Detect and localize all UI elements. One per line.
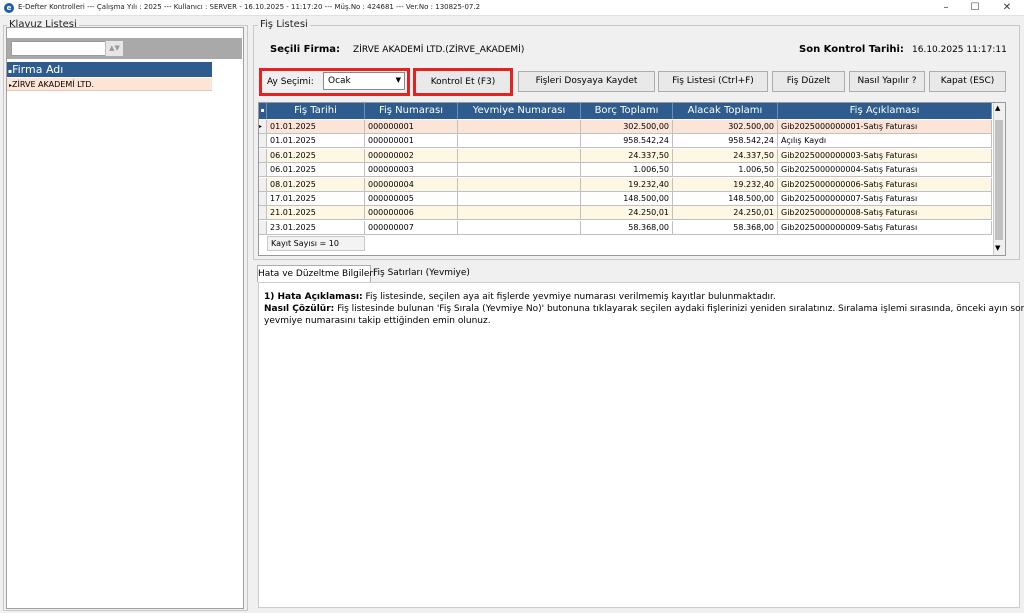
scroll-up-icon[interactable]: ▲ (995, 104, 1000, 112)
cell-borc-toplami[interactable]: 958.542,24 (581, 134, 673, 149)
cell-borc-toplami[interactable]: 58.368,00 (581, 220, 673, 235)
hata-aciklamasi: 1) Hata Açıklaması: Fiş listesinde, seçi… (264, 292, 776, 302)
row-indicator[interactable] (259, 148, 267, 163)
cell-fis-numarasi[interactable]: 000000001 (365, 120, 458, 134)
cell-yevmiye-numarasi[interactable] (458, 220, 581, 235)
cell-fis-tarihi[interactable]: 01.01.2025 (267, 120, 365, 134)
maximize-button[interactable]: ☐ (961, 0, 989, 16)
row-indicator[interactable] (259, 177, 267, 192)
ay-secimi-label: Ay Seçimi: (267, 77, 314, 87)
app-icon: e (4, 3, 14, 13)
cell-fis-tarihi[interactable]: 01.01.2025 (267, 134, 365, 149)
cell-alacak-toplami[interactable]: 148.500,00 (673, 192, 778, 206)
cell-fis-numarasi[interactable]: 000000003 (365, 163, 458, 178)
cell-fis-numarasi[interactable]: 000000001 (365, 134, 458, 149)
cell-yevmiye-numarasi[interactable] (458, 177, 581, 192)
firma-column-header[interactable]: ▪Firma Adı (7, 62, 212, 77)
cell-yevmiye-numarasi[interactable] (458, 134, 581, 149)
cell-alacak-toplami[interactable]: 24.337,50 (673, 148, 778, 163)
row-indicator[interactable] (259, 192, 267, 206)
secili-firma-label: Seçili Firma: (270, 44, 341, 55)
son-kontrol-value: 16.10.2025 11:17:11 (912, 45, 1007, 55)
kapat-button[interactable]: Kapat (ESC) (929, 71, 1006, 92)
cell-fis-numarasi[interactable]: 000000004 (365, 177, 458, 192)
cell-borc-toplami[interactable]: 24.250,01 (581, 206, 673, 221)
col-fis-aciklamasi[interactable]: Fiş Açıklaması (778, 103, 992, 119)
cell-yevmiye-numarasi[interactable] (458, 192, 581, 206)
row-indicator[interactable] (259, 206, 267, 221)
window-title: E-Defter Kontrolleri --- Çalışma Yılı : … (18, 3, 481, 11)
fisleri-kaydet-button[interactable]: Fişleri Dosyaya Kaydet (518, 71, 655, 92)
fis-duzelt-button[interactable]: Fiş Düzelt (772, 71, 845, 92)
cell-fis-tarihi[interactable]: 21.01.2025 (267, 206, 365, 221)
cell-fis-numarasi[interactable]: 000000007 (365, 220, 458, 235)
row-indicator[interactable] (259, 134, 267, 149)
cell-fis-numarasi[interactable]: 000000002 (365, 148, 458, 163)
cell-yevmiye-numarasi[interactable] (458, 148, 581, 163)
cell-fis-aciklamasi[interactable]: Gib2025000000003-Satış Faturası (778, 148, 992, 163)
klavuz-panel (6, 27, 244, 609)
chevron-down-icon: ▼ (395, 76, 401, 84)
cell-fis-aciklamasi[interactable]: Gib2025000000009-Satış Faturası (778, 220, 992, 235)
cell-alacak-toplami[interactable]: 24.250,01 (673, 206, 778, 221)
cell-fis-tarihi[interactable]: 06.01.2025 (267, 163, 365, 178)
cell-fis-numarasi[interactable]: 000000006 (365, 206, 458, 221)
cell-fis-tarihi[interactable]: 17.01.2025 (267, 192, 365, 206)
current-row-icon[interactable]: ▸ (259, 120, 267, 134)
fis-listesi-button[interactable]: Fiş Listesi (Ctrl+F) (658, 71, 768, 92)
cell-borc-toplami[interactable]: 302.500,00 (581, 120, 673, 134)
scrollbar-thumb[interactable] (995, 120, 1003, 240)
ay-secimi-select[interactable]: Ocak ▼ (323, 72, 405, 90)
cell-fis-aciklamasi[interactable]: Gib2025000000004-Satış Faturası (778, 163, 992, 178)
secili-firma-value: ZİRVE AKADEMİ LTD.(ZİRVE_AKADEMİ) (353, 45, 525, 55)
cell-yevmiye-numarasi[interactable] (458, 163, 581, 178)
tab-hata-duzeltme[interactable]: Hata ve Düzeltme Bilgileri (257, 265, 376, 282)
cell-fis-aciklamasi[interactable]: Gib2025000000007-Satış Faturası (778, 192, 992, 206)
son-kontrol-label: Son Kontrol Tarihi: (799, 44, 904, 55)
cell-fis-aciklamasi[interactable]: Gib2025000000006-Satış Faturası (778, 177, 992, 192)
tab-fis-satirlari[interactable]: Fiş Satırları (Yevmiye) (373, 265, 470, 282)
cell-borc-toplami[interactable]: 148.500,00 (581, 192, 673, 206)
cell-yevmiye-numarasi[interactable] (458, 206, 581, 221)
cell-alacak-toplami[interactable]: 58.368,00 (673, 220, 778, 235)
chevron-down-icon[interactable]: ▲▼ (105, 41, 123, 56)
cell-fis-aciklamasi[interactable]: Gib2025000000008-Satış Faturası (778, 206, 992, 221)
row-indicator[interactable] (259, 220, 267, 235)
cell-fis-tarihi[interactable]: 23.01.2025 (267, 220, 365, 235)
nasil-yapilir-button[interactable]: Nasıl Yapılır ? (849, 71, 925, 92)
fis-title: Fiş Listesi (258, 19, 310, 30)
grid-corner: ▪ (259, 103, 267, 119)
cell-fis-tarihi[interactable]: 08.01.2025 (267, 177, 365, 192)
row-indicator[interactable] (259, 163, 267, 178)
cell-fis-tarihi[interactable]: 06.01.2025 (267, 148, 365, 163)
cell-alacak-toplami[interactable]: 302.500,00 (673, 120, 778, 134)
col-fis-numarasi[interactable]: Fiş Numarası (365, 103, 458, 119)
col-fis-tarihi[interactable]: Fiş Tarihi (267, 103, 365, 119)
col-borc-toplami[interactable]: Borç Toplamı (581, 103, 673, 119)
cell-alacak-toplami[interactable]: 958.542,24 (673, 134, 778, 149)
col-yevmiye-numarasi[interactable]: Yevmiye Numarası (458, 103, 581, 119)
nasil-cozulur-cont: yevmiye numarasını takip ettiğinden emin… (264, 316, 491, 326)
cell-alacak-toplami[interactable]: 19.232,40 (673, 177, 778, 192)
nasil-cozulur: Nasıl Çözülür: Fiş listesinde bulunan 'F… (264, 304, 1024, 314)
cell-alacak-toplami[interactable]: 1.006,50 (673, 163, 778, 178)
cell-fis-aciklamasi[interactable]: Açılış Kaydı (778, 134, 992, 149)
cell-yevmiye-numarasi[interactable] (458, 120, 581, 134)
cell-borc-toplami[interactable]: 1.006,50 (581, 163, 673, 178)
close-button[interactable]: ✕ (993, 0, 1021, 16)
col-alacak-toplami[interactable]: Alacak Toplamı (673, 103, 778, 119)
cell-borc-toplami[interactable]: 19.232,40 (581, 177, 673, 192)
cell-fis-aciklamasi[interactable]: Gib2025000000001-Satış Faturası (778, 120, 992, 134)
info-panel (258, 282, 1020, 608)
kayit-sayisi: Kayıt Sayısı = 10 (267, 236, 365, 251)
kontrol-et-button[interactable]: Kontrol Et (F3) (413, 68, 513, 96)
minimize-button[interactable]: – (932, 0, 960, 16)
scroll-down-icon[interactable]: ▼ (995, 244, 1000, 252)
firma-list-item[interactable]: ▸ZİRVE AKADEMİ LTD. (7, 78, 212, 91)
cell-borc-toplami[interactable]: 24.337,50 (581, 148, 673, 163)
cell-fis-numarasi[interactable]: 000000005 (365, 192, 458, 206)
